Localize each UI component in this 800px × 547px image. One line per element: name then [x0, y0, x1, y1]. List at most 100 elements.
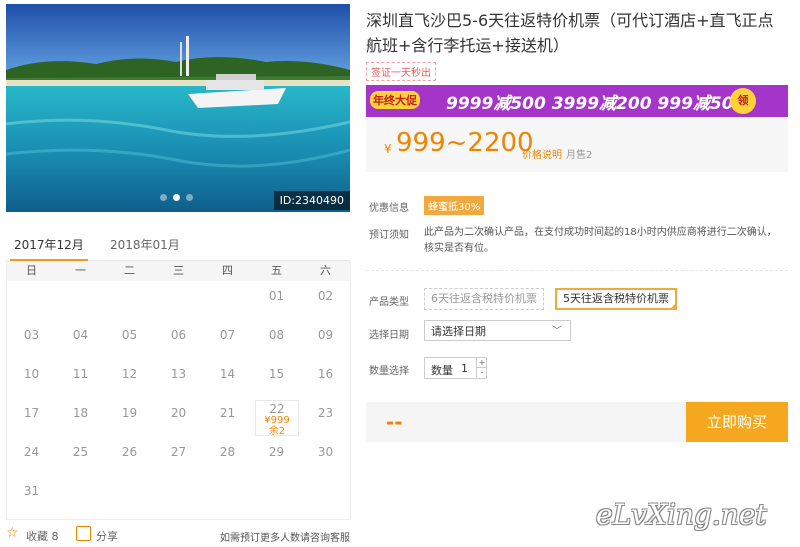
carousel-dot-active[interactable]: [173, 194, 180, 201]
notice-label: 预订须知: [369, 230, 409, 241]
price-box: ¥ 999~2200 价格说明 月售2: [366, 118, 788, 172]
tab-month-2017-12[interactable]: 2017年12月: [10, 236, 88, 261]
calendar-day[interactable]: 28: [203, 439, 252, 477]
weekday-label: 一: [75, 264, 86, 277]
calendar-day[interactable]: 14: [203, 361, 252, 399]
calendar-day[interactable]: 31: [7, 478, 56, 516]
buy-now-button[interactable]: 立即购买: [686, 402, 788, 442]
calendar-day[interactable]: 12: [105, 361, 154, 399]
type-option-6day[interactable]: 6天往返含税特价机票: [424, 288, 544, 310]
calendar-day[interactable]: 09: [301, 322, 350, 360]
calendar-day[interactable]: 21: [203, 400, 252, 438]
calendar-day-number: 15: [268, 367, 285, 381]
calendar-day-number: 24: [23, 445, 40, 459]
calendar-day[interactable]: 27: [154, 439, 203, 477]
calendar-day-number: 10: [23, 367, 40, 381]
calendar-day[interactable]: 07: [203, 322, 252, 360]
calendar-day-number: 17: [23, 406, 40, 420]
carousel-dot[interactable]: [160, 194, 167, 201]
date-label: 选择日期: [369, 330, 409, 341]
calendar-day[interactable]: 10: [7, 361, 56, 399]
tab-month-2018-01[interactable]: 2018年01月: [106, 236, 184, 259]
date-select[interactable]: 请选择日期 ﹀: [424, 320, 571, 341]
calendar-day[interactable]: 30: [301, 439, 350, 477]
product-image-carousel[interactable]: ID:2340490: [6, 4, 350, 212]
calendar-day-number: 26: [121, 445, 138, 459]
calendar-day[interactable]: 03: [7, 322, 56, 360]
weekday-label: 四: [222, 264, 233, 277]
calendar-day[interactable]: 20: [154, 400, 203, 438]
share-button[interactable]: 分享: [96, 528, 118, 544]
calendar-day[interactable]: 22 ¥999 余2: [255, 400, 299, 437]
quantity-stepper[interactable]: 数量 1 + -: [424, 357, 487, 379]
calendar-day[interactable]: 06: [154, 322, 203, 360]
promo-banner[interactable]: 年终大促 9999减500 3999减200 999减50 领: [366, 85, 788, 117]
price-explain-link[interactable]: 价格说明: [522, 146, 562, 161]
share-icon[interactable]: [76, 526, 91, 541]
site-watermark: eLvXing.net: [596, 498, 767, 531]
calendar-day-number: 11: [72, 367, 89, 381]
calendar-day-number: 02: [317, 289, 334, 303]
date-select-value: 请选择日期: [431, 325, 486, 338]
type-label: 产品类型: [369, 297, 409, 308]
calendar-day-number: 13: [170, 367, 187, 381]
calendar-day-number: 08: [268, 328, 285, 342]
calendar-day-number: 22: [269, 402, 285, 416]
type-option-5day[interactable]: 5天往返含税特价机票: [555, 288, 677, 310]
calendar-day[interactable]: 05: [105, 322, 154, 360]
calendar-day-remaining: 余2: [268, 426, 286, 437]
calendar-day-number: 31: [23, 484, 40, 498]
calendar-day-number: 23: [317, 406, 334, 420]
calendar-day-number: 06: [170, 328, 187, 342]
calendar-day[interactable]: 04: [56, 322, 105, 360]
calendar-day-number: 19: [121, 406, 138, 420]
calendar-day[interactable]: 02: [301, 283, 350, 321]
weekday-label: 五: [271, 264, 282, 277]
weekday-label: 二: [124, 264, 135, 277]
calendar-day[interactable]: 23: [301, 400, 350, 438]
calendar-day[interactable]: 13: [154, 361, 203, 399]
calendar-day-number: 05: [121, 328, 138, 342]
product-photo: [6, 4, 350, 212]
calendar-day[interactable]: 24: [7, 439, 56, 477]
weekday-label: 三: [173, 264, 184, 277]
divider: [366, 270, 788, 271]
calendar-day[interactable]: 11: [56, 361, 105, 399]
weekday-label: 六: [320, 264, 331, 277]
qty-plus-button[interactable]: +: [476, 358, 487, 368]
qty-value[interactable]: 1: [461, 362, 468, 375]
favorite-button[interactable]: 收藏 8: [26, 528, 59, 544]
calendar-day-number: 14: [219, 367, 236, 381]
calendar-day[interactable]: 19: [105, 400, 154, 438]
booking-notice: 此产品为二次确认产品，在支付成功时间起的18小时内供应商将进行二次确认，核实是否…: [424, 227, 777, 254]
promo-badge: 蜂蜜抵30%: [424, 196, 485, 215]
coupon-icon[interactable]: 领: [730, 88, 756, 114]
calendar-day-number: 07: [219, 328, 236, 342]
calendar-day[interactable]: 18: [56, 400, 105, 438]
calendar-day[interactable]: 01: [252, 283, 301, 321]
calendar-day-number: 03: [23, 328, 40, 342]
calendar-day[interactable]: 17: [7, 400, 56, 438]
calendar-day[interactable]: 16: [301, 361, 350, 399]
total-price-placeholder: --: [386, 410, 403, 434]
currency-symbol: ¥: [384, 142, 392, 156]
calendar-day[interactable]: 08: [252, 322, 301, 360]
calendar-day[interactable]: 25: [56, 439, 105, 477]
promo-label: 优惠信息: [369, 203, 409, 214]
calendar-day-number: 09: [317, 328, 334, 342]
calendar-day[interactable]: 15: [252, 361, 301, 399]
calendar-day-number: 21: [219, 406, 236, 420]
carousel-dot[interactable]: [186, 194, 193, 201]
visa-tag: 签证一天秒出: [366, 62, 436, 81]
calendar-day-number: 25: [72, 445, 89, 459]
calendar-day-number: 28: [219, 445, 236, 459]
qty-minus-button[interactable]: -: [476, 368, 487, 377]
promo-banner-tag: 年终大促: [370, 91, 420, 109]
calendar-day[interactable]: 29: [252, 439, 301, 477]
calendar-day[interactable]: 26: [105, 439, 154, 477]
calendar-day-number: 30: [317, 445, 334, 459]
calendar-day-number: 12: [121, 367, 138, 381]
star-icon[interactable]: ☆: [6, 526, 19, 540]
price-amount: 999~2200: [396, 128, 534, 158]
carousel-dots[interactable]: [160, 194, 193, 201]
